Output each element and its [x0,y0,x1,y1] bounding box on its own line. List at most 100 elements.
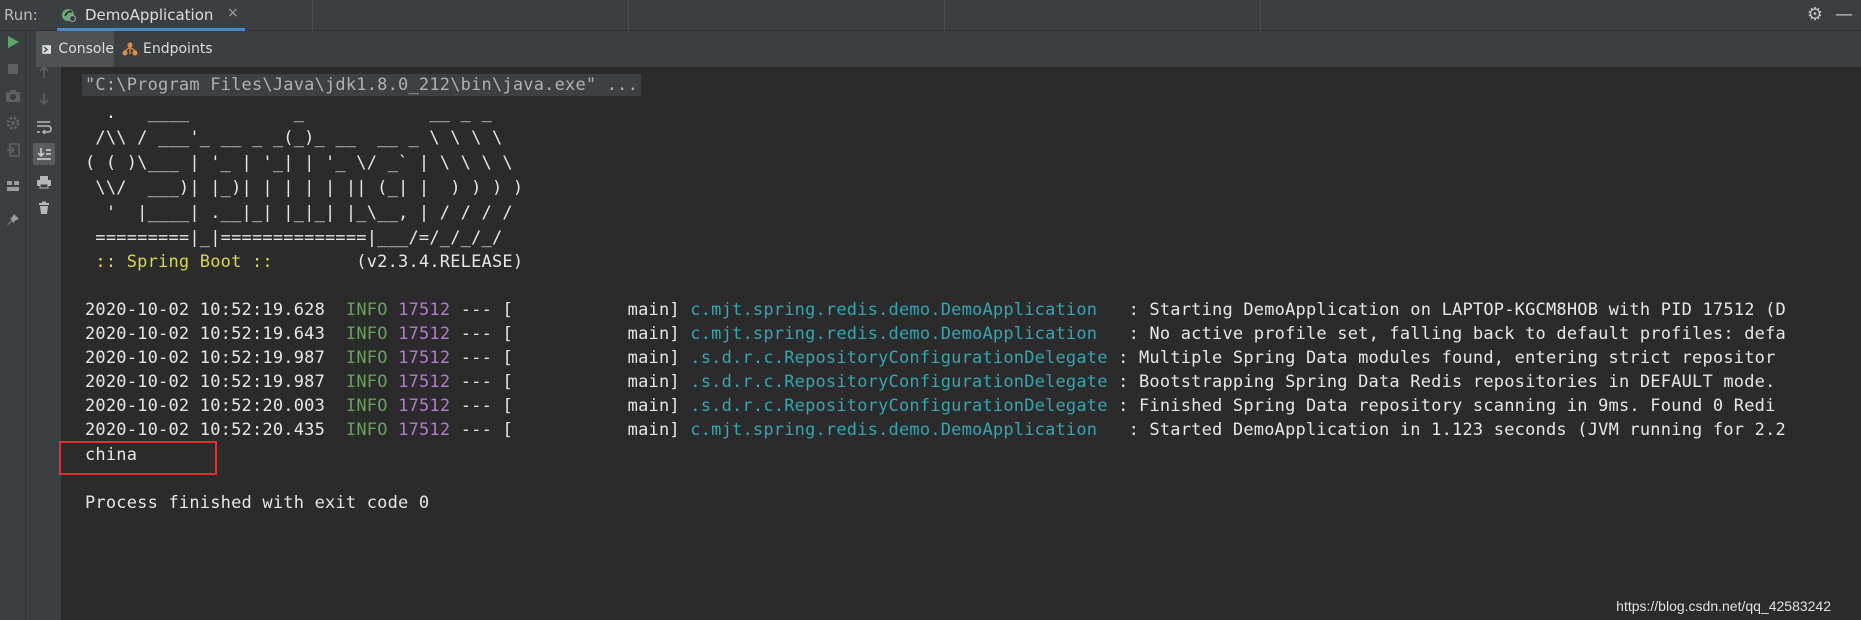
stop-button[interactable] [2,58,24,80]
console-icon [42,44,52,54]
log-field: .s.d.r.c.RepositoryConfigurationDelegate [690,372,1108,392]
log-field: INFO [345,300,388,320]
log-field: 2020-10-02 10:52:20.435 [85,420,326,440]
settings-button[interactable] [2,112,24,134]
log-field: .s.d.r.c.RepositoryConfigurationDelegate [690,348,1108,368]
log-field: 17512 [398,348,451,368]
tab-console[interactable]: Console [36,31,114,67]
log-field: --- [ main] [460,300,680,320]
layout-icon [7,181,19,191]
endpoints-icon [122,42,138,56]
log-field: 17512 [398,300,451,320]
log-line: 2020-10-02 10:52:19.628 INFO 17512 --- [… [85,300,1786,320]
log-field: 17512 [398,420,451,440]
log-field: 17512 [398,396,451,416]
tab-console-label: Console [58,41,114,57]
log-field: 2020-10-02 10:52:19.628 [85,300,326,320]
java-command-line: "C:\Program Files\Java\jdk1.8.0_212\bin\… [82,74,642,96]
close-icon[interactable]: × [227,5,239,21]
exit-icon [7,143,20,157]
console-actions-toolbar [26,31,62,620]
log-field: INFO [345,396,388,416]
run-tab-label: DemoApplication [85,6,214,24]
layout-button[interactable] [2,175,24,197]
watermark: https://blog.csdn.net/qq_42583242 [1616,598,1831,614]
log-field: : Finished Spring Data repository scanni… [1107,396,1776,416]
exit-message: Process finished with exit code 0 [85,493,430,513]
log-line: 2020-10-02 10:52:19.987 INFO 17512 --- [… [85,372,1776,392]
divider [944,0,945,31]
banner-line: ( ( )\___ | '_ | '_| | '_ \/ _` | \ \ \ … [85,153,513,173]
log-field: 2020-10-02 10:52:20.003 [85,396,326,416]
banner-line: /\\ / ___'_ __ _ _(_)_ __ __ _ \ \ \ \ [85,128,503,148]
spring-boot-label: :: Spring Boot :: [85,252,284,272]
dump-threads-button[interactable] [2,85,24,107]
tab-endpoints[interactable]: Endpoints [122,31,214,67]
camera-icon [6,90,20,102]
arrow-down-icon [39,93,49,106]
play-icon [8,36,19,48]
stop-icon [8,64,18,74]
log-line: 2020-10-02 10:52:19.643 INFO 17512 --- [… [85,324,1786,344]
divider [312,0,313,31]
log-field: --- [ main] [460,372,680,392]
output-highlight-box [59,441,217,475]
log-field: --- [ main] [460,396,680,416]
print-icon [37,176,51,189]
log-field: 2020-10-02 10:52:19.987 [85,372,326,392]
divider [1260,0,1261,31]
spring-app-icon [62,9,76,22]
minimize-icon[interactable]: — [1835,4,1853,25]
tab-endpoints-label: Endpoints [143,41,213,57]
divider [628,0,629,31]
banner-line: . ____ _ __ _ _ [85,103,492,123]
pin-icon [7,214,19,226]
banner-line: =========|_|==============|___/=/_/_/_/ [85,228,503,248]
log-field: INFO [345,324,388,344]
arrow-up-icon [39,65,49,78]
log-line: 2020-10-02 10:52:20.003 INFO 17512 --- [… [85,396,1776,416]
log-field: INFO [345,420,388,440]
log-field: --- [ main] [460,348,680,368]
gear-icon [6,116,20,130]
print-button[interactable] [33,171,55,193]
console-tabs: Console Endpoints [36,31,1861,67]
clear-all-button[interactable] [33,197,55,219]
log-field: 17512 [398,372,451,392]
soft-wrap-icon [37,121,52,134]
log-field: --- [ main] [460,324,680,344]
log-field: .s.d.r.c.RepositoryConfigurationDelegate [690,396,1108,416]
log-field: INFO [345,348,388,368]
run-tab-demoapplication[interactable]: DemoApplication × [57,0,245,31]
log-field: 2020-10-02 10:52:19.987 [85,348,326,368]
log-line: 2020-10-02 10:52:19.987 INFO 17512 --- [… [85,348,1776,368]
gear-icon[interactable]: ⚙ [1805,5,1825,25]
log-field: c.mjt.spring.redis.demo.DemoApplication [690,300,1119,320]
rerun-button[interactable] [2,31,24,53]
run-label: Run: [4,6,38,24]
log-field: --- [ main] [460,420,680,440]
log-field: : Bootstrapping Spring Data Redis reposi… [1107,372,1776,392]
log-field: : Started DemoApplication in 1.123 secon… [1128,420,1786,440]
banner-line: \\/ ___)| |_)| | | | | || (_| | ) ) ) ) [85,178,524,198]
log-field: 17512 [398,324,451,344]
scroll-down-button[interactable] [33,88,55,110]
log-line: 2020-10-02 10:52:20.435 INFO 17512 --- [… [85,420,1786,440]
log-field: : Multiple Spring Data modules found, en… [1107,348,1776,368]
console-output[interactable]: "C:\Program Files\Java\jdk1.8.0_212\bin\… [62,67,1861,620]
exit-button[interactable] [2,139,24,161]
log-field: c.mjt.spring.redis.demo.DemoApplication [690,420,1119,440]
run-toolbar: Run: DemoApplication × ⚙ — [0,0,1861,31]
log-field: : No active profile set, falling back to… [1128,324,1786,344]
run-actions-toolbar [0,31,26,620]
log-field: INFO [345,372,388,392]
log-field: c.mjt.spring.redis.demo.DemoApplication [690,324,1119,344]
soft-wrap-button[interactable] [33,116,55,138]
scroll-to-end-icon [37,148,51,160]
trash-icon [39,201,49,214]
pin-button[interactable] [2,209,24,231]
spring-boot-version: (v2.3.4.RELEASE) [283,252,524,272]
spring-boot-version-line: :: Spring Boot :: (v2.3.4.RELEASE) [85,252,523,272]
scroll-to-end-button[interactable] [33,143,55,165]
log-field: : Starting DemoApplication on LAPTOP-KGC… [1128,300,1786,320]
